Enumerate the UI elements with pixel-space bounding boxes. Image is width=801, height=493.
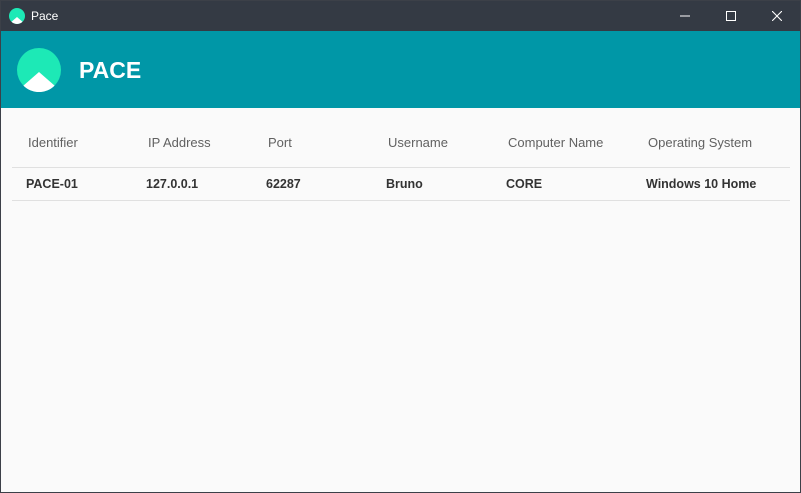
column-header-username[interactable]: Username [388, 135, 448, 150]
close-icon [772, 11, 782, 21]
title-bar[interactable]: Pace [1, 1, 800, 31]
app-brand-title: PACE [79, 57, 142, 83]
column-header-ip-address[interactable]: IP Address [148, 135, 211, 150]
close-button[interactable] [754, 1, 800, 31]
cell-ip-address: 127.0.0.1 [146, 177, 199, 191]
table-row[interactable]: PACE-01 127.0.0.1 62287 Bruno CORE Windo… [12, 168, 790, 201]
table-header-row: Identifier IP Address Port Username Comp… [12, 119, 790, 168]
maximize-button[interactable] [708, 1, 754, 31]
pace-logo-icon [9, 8, 25, 24]
window-title: Pace [31, 9, 59, 23]
cell-port: 62287 [266, 177, 301, 191]
app-header: PACE [1, 31, 800, 108]
column-header-port[interactable]: Port [268, 135, 292, 150]
cell-identifier: PACE-01 [26, 177, 78, 191]
clients-table: Identifier IP Address Port Username Comp… [12, 119, 790, 201]
cell-operating-system: Windows 10 Home [646, 177, 757, 191]
minimize-button[interactable] [662, 1, 708, 31]
column-header-operating-system[interactable]: Operating System [648, 135, 752, 150]
minimize-icon [680, 15, 690, 17]
pace-logo-icon [17, 48, 61, 92]
cell-computer-name: CORE [506, 177, 543, 191]
cell-username: Bruno [386, 177, 423, 191]
column-header-computer-name[interactable]: Computer Name [508, 135, 603, 150]
column-header-identifier[interactable]: Identifier [28, 135, 78, 150]
app-window: Pace PACE Identifier IP Address Port Use… [0, 0, 801, 493]
maximize-icon [726, 11, 736, 21]
